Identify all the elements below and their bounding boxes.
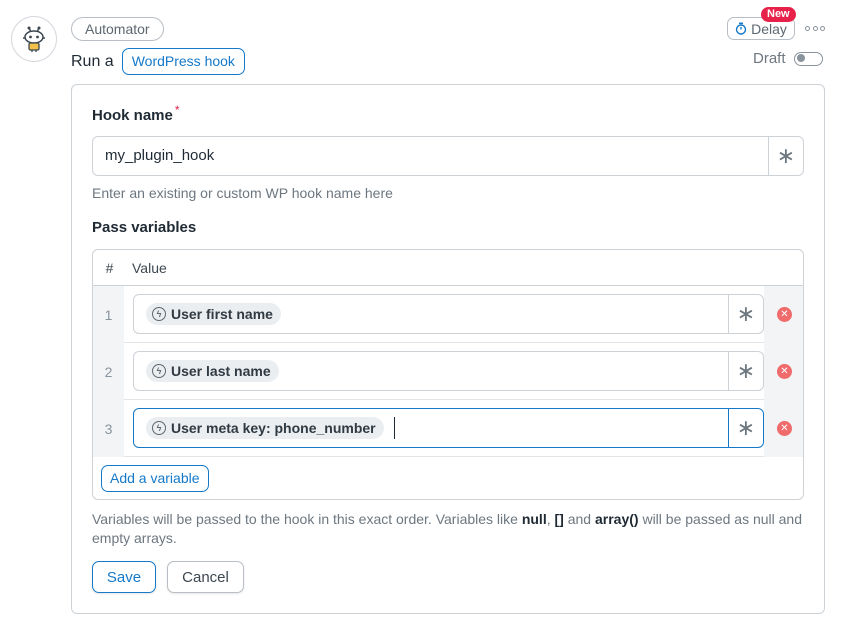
- robot-icon: [23, 26, 45, 52]
- text-caret: [393, 417, 396, 439]
- hook-name-label-text: Hook name: [92, 107, 173, 124]
- asterisk-icon[interactable]: ∗: [729, 295, 763, 333]
- delay-label: Delay: [751, 20, 787, 37]
- column-header-num: #: [105, 259, 114, 276]
- table-row: 2 ϟ User last name ∗ ✕: [93, 343, 803, 400]
- remove-cell: ✕: [764, 343, 803, 400]
- stopwatch-icon: [735, 22, 747, 35]
- pass-variables-label: Pass variables: [92, 219, 197, 236]
- status-toggle-row: Draft: [753, 50, 823, 67]
- info-text-part: Variables will be passed to the hook in …: [92, 511, 522, 527]
- asterisk-icon[interactable]: ∗: [729, 352, 763, 390]
- remove-icon[interactable]: ✕: [777, 364, 792, 379]
- info-text-part: ,: [546, 511, 555, 527]
- variable-value-field[interactable]: ϟ User meta key: phone_number ∗: [133, 408, 764, 448]
- variable-input-area[interactable]: ϟ User last name: [134, 352, 729, 390]
- save-button[interactable]: Save: [92, 561, 156, 593]
- more-dots-icon[interactable]: [805, 21, 825, 35]
- info-keyword-null: null: [521, 511, 547, 527]
- hook-name-field[interactable]: my_plugin_hook ∗: [92, 136, 804, 176]
- asterisk-icon[interactable]: ∗: [729, 409, 763, 447]
- token-bolt-icon: ϟ: [152, 421, 166, 435]
- variable-input-area[interactable]: ϟ User meta key: phone_number: [134, 409, 729, 447]
- token-label: User last name: [171, 363, 271, 379]
- integration-pill: Automator: [71, 17, 164, 41]
- variable-token[interactable]: ϟ User last name: [146, 360, 279, 382]
- variables-table: # Value 1 ϟ User first name ∗ ✕ 2 ϟ User…: [92, 249, 804, 500]
- variables-info-text: Variables will be passed to the hook in …: [92, 510, 804, 548]
- automator-avatar: [11, 16, 57, 62]
- table-row: 3 ϟ User meta key: phone_number ∗ ✕: [93, 400, 803, 457]
- info-text-part: and: [563, 511, 595, 527]
- token-bolt-icon: ϟ: [152, 364, 166, 378]
- add-variable-button[interactable]: Add a variable: [101, 465, 209, 492]
- token-label: User meta key: phone_number: [171, 420, 376, 436]
- variable-token[interactable]: ϟ User first name: [146, 303, 281, 325]
- row-number: 2: [93, 343, 124, 400]
- hook-name-help: Enter an existing or custom WP hook name…: [92, 185, 393, 201]
- info-keyword-brackets: []: [554, 511, 564, 527]
- token-label: User first name: [171, 306, 273, 322]
- trigger-settings-panel: Hook name * my_plugin_hook ∗ Enter an exi…: [71, 84, 825, 614]
- trigger-row: Run a WordPress hook: [71, 48, 245, 75]
- remove-cell: ✕: [764, 286, 803, 343]
- trigger-type-button[interactable]: WordPress hook: [121, 48, 245, 75]
- remove-icon[interactable]: ✕: [777, 307, 792, 322]
- hook-name-value[interactable]: my_plugin_hook: [93, 137, 768, 175]
- remove-icon[interactable]: ✕: [777, 421, 792, 436]
- column-header-value: Value: [132, 259, 167, 276]
- status-label: Draft: [753, 50, 786, 67]
- status-toggle[interactable]: [793, 51, 823, 66]
- table-row: 1 ϟ User first name ∗ ✕: [93, 286, 803, 343]
- variable-input-area[interactable]: ϟ User first name: [134, 295, 729, 333]
- toggle-knob: [796, 54, 805, 62]
- row-number: 3: [93, 400, 124, 457]
- run-prefix-label: Run a: [71, 52, 114, 70]
- asterisk-icon[interactable]: ∗: [768, 137, 803, 175]
- cancel-button[interactable]: Cancel: [167, 561, 244, 593]
- token-bolt-icon: ϟ: [152, 307, 166, 321]
- variable-value-field[interactable]: ϟ User last name ∗: [133, 351, 764, 391]
- remove-cell: ✕: [764, 400, 803, 457]
- required-mark: *: [174, 103, 180, 117]
- hook-name-label: Hook name *: [92, 103, 180, 124]
- variable-value-field[interactable]: ϟ User first name ∗: [133, 294, 764, 334]
- table-header: # Value: [93, 250, 803, 286]
- row-number: 1: [93, 286, 124, 343]
- info-keyword-array: array(): [594, 511, 639, 527]
- variable-token[interactable]: ϟ User meta key: phone_number: [146, 417, 384, 439]
- new-badge: New: [761, 7, 796, 22]
